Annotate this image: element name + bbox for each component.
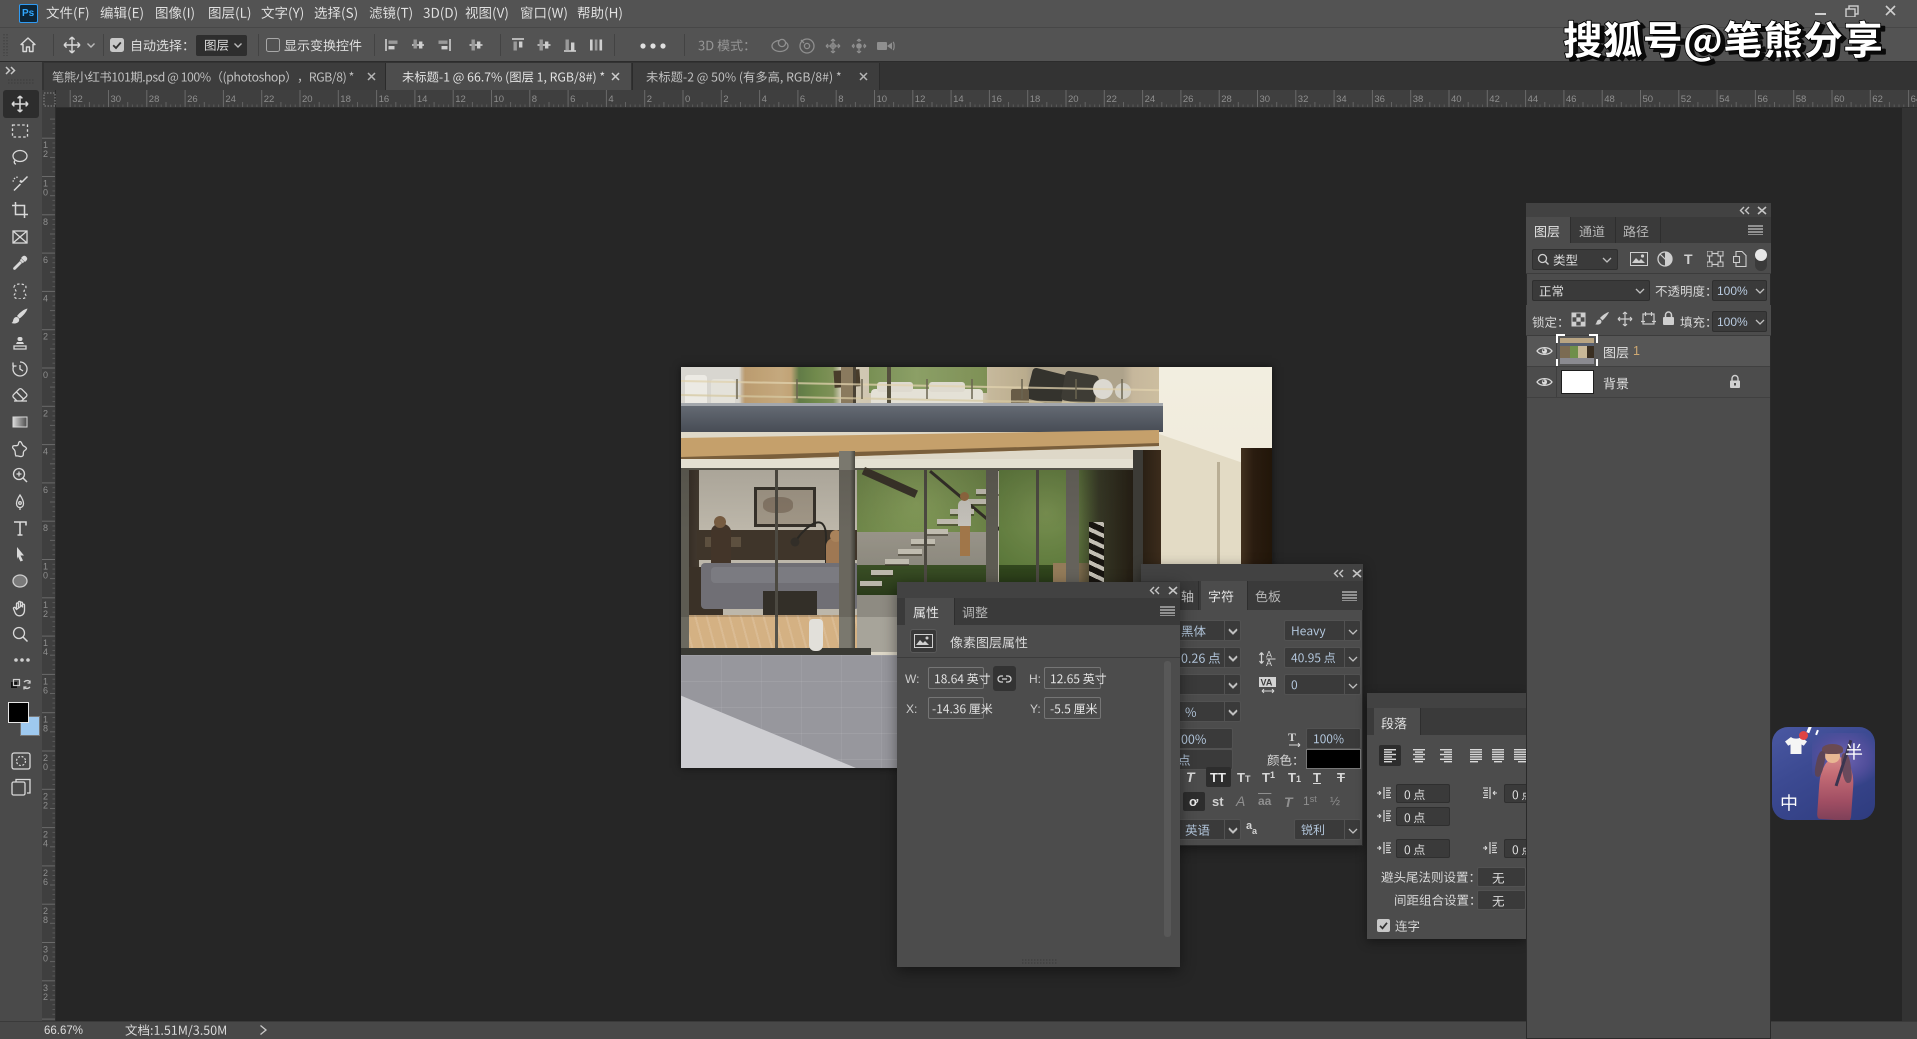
svg-text:22: 22 <box>1106 94 1117 105</box>
svg-text:4: 4 <box>43 293 48 303</box>
svg-text:2: 2 <box>43 332 48 342</box>
svg-text:8: 8 <box>838 94 843 105</box>
svg-text:36: 36 <box>1374 94 1385 105</box>
svg-text:30: 30 <box>1260 94 1271 105</box>
svg-text:6: 6 <box>800 94 805 105</box>
svg-text:28: 28 <box>1221 94 1232 105</box>
svg-text:6: 6 <box>43 685 48 695</box>
svg-text:0: 0 <box>43 762 48 772</box>
svg-text:4: 4 <box>608 94 613 105</box>
svg-text:20: 20 <box>1068 94 1079 105</box>
svg-text:4: 4 <box>43 647 48 657</box>
svg-text:2: 2 <box>43 609 48 619</box>
svg-text:20: 20 <box>302 94 313 105</box>
svg-text:32: 32 <box>1298 94 1309 105</box>
svg-text:28: 28 <box>149 94 160 105</box>
svg-text:8: 8 <box>43 217 48 227</box>
svg-text:26: 26 <box>187 94 198 105</box>
svg-text:58: 58 <box>1796 94 1807 105</box>
svg-text:10: 10 <box>494 94 505 105</box>
svg-text:T: T <box>1288 730 1296 744</box>
svg-text:8: 8 <box>43 724 48 734</box>
svg-text:32: 32 <box>72 94 83 105</box>
svg-text:14: 14 <box>417 94 428 105</box>
svg-text:8: 8 <box>43 915 48 925</box>
svg-text:30: 30 <box>111 94 122 105</box>
svg-text:0: 0 <box>43 370 48 380</box>
svg-text:8: 8 <box>43 523 48 533</box>
svg-text:2: 2 <box>43 149 48 159</box>
svg-text:4: 4 <box>762 94 767 105</box>
svg-text:VA: VA <box>1261 678 1273 688</box>
svg-text:4: 4 <box>43 839 48 849</box>
svg-text:6: 6 <box>570 94 575 105</box>
svg-text:38: 38 <box>1413 94 1424 105</box>
svg-text:50: 50 <box>1643 94 1654 105</box>
svg-text:6: 6 <box>43 255 48 265</box>
svg-text:2: 2 <box>43 408 48 418</box>
svg-text:8: 8 <box>532 94 537 105</box>
svg-text:2: 2 <box>723 94 728 105</box>
svg-text:44: 44 <box>1528 94 1539 105</box>
svg-text:22: 22 <box>264 94 275 105</box>
svg-text:46: 46 <box>1566 94 1577 105</box>
svg-text:62: 62 <box>1872 94 1883 105</box>
svg-text:24: 24 <box>1145 94 1156 105</box>
svg-text:6: 6 <box>43 485 48 495</box>
svg-text:52: 52 <box>1681 94 1692 105</box>
svg-text:18: 18 <box>1030 94 1041 105</box>
svg-text:2: 2 <box>647 94 652 105</box>
svg-text:0: 0 <box>43 188 48 198</box>
svg-text:40: 40 <box>1451 94 1462 105</box>
svg-text:2: 2 <box>43 800 48 810</box>
svg-text:48: 48 <box>1604 94 1615 105</box>
svg-text:2: 2 <box>43 992 48 1002</box>
svg-text:4: 4 <box>43 447 48 457</box>
svg-text:12: 12 <box>915 94 926 105</box>
svg-text:10: 10 <box>877 94 888 105</box>
svg-text:16: 16 <box>991 94 1002 105</box>
svg-text:34: 34 <box>1336 94 1347 105</box>
svg-text:42: 42 <box>1489 94 1500 105</box>
svg-text:0: 0 <box>685 94 690 105</box>
svg-text:14: 14 <box>953 94 964 105</box>
svg-text:64: 64 <box>1911 94 1917 105</box>
svg-text:54: 54 <box>1719 94 1730 105</box>
svg-text:56: 56 <box>1757 94 1768 105</box>
svg-text:60: 60 <box>1834 94 1845 105</box>
svg-text:26: 26 <box>1183 94 1194 105</box>
svg-text:16: 16 <box>379 94 390 105</box>
svg-text:0: 0 <box>43 571 48 581</box>
svg-text:18: 18 <box>340 94 351 105</box>
svg-text:24: 24 <box>225 94 236 105</box>
svg-text:0: 0 <box>43 954 48 964</box>
svg-text:12: 12 <box>455 94 466 105</box>
svg-text:6: 6 <box>43 877 48 887</box>
